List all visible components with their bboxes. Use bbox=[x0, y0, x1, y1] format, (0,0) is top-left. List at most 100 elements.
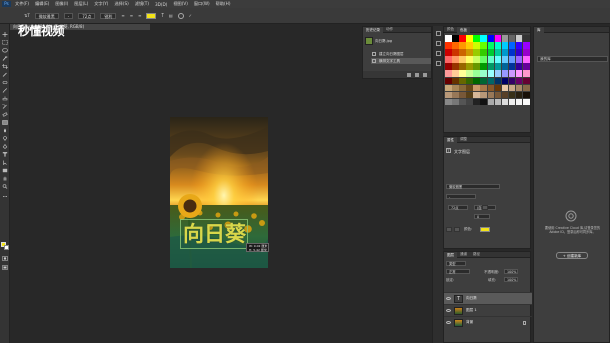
color-swatch[interactable] bbox=[515, 77, 523, 85]
path-selection-tool-icon[interactable] bbox=[2, 160, 8, 165]
color-swatch[interactable] bbox=[452, 42, 459, 49]
color-swatch[interactable] bbox=[459, 35, 466, 42]
color-swatch[interactable] bbox=[501, 77, 509, 85]
color-swatch[interactable] bbox=[480, 70, 487, 77]
warp-text-icon[interactable]: T̃ bbox=[161, 13, 163, 18]
tab-libraries[interactable]: 库 bbox=[534, 26, 544, 33]
color-swatch[interactable] bbox=[452, 77, 459, 85]
history-item[interactable]: 建立向日葵图层 bbox=[371, 51, 431, 57]
color-swatch[interactable] bbox=[473, 98, 480, 106]
color-swatch[interactable] bbox=[466, 77, 473, 85]
color-swatch[interactable] bbox=[501, 84, 509, 92]
move-tool-icon[interactable] bbox=[2, 32, 8, 37]
color-swatch[interactable] bbox=[515, 56, 523, 63]
color-swatch[interactable] bbox=[494, 42, 502, 49]
more-tools-icon[interactable] bbox=[2, 194, 8, 199]
color-swatch[interactable] bbox=[487, 56, 495, 63]
color-swatch[interactable] bbox=[445, 84, 452, 92]
cancel-icon[interactable] bbox=[177, 12, 184, 19]
tab-layers[interactable]: 图层 bbox=[444, 251, 457, 258]
color-swatch[interactable] bbox=[452, 84, 459, 92]
healing-brush-tool-icon[interactable] bbox=[2, 80, 8, 85]
color-swatch[interactable] bbox=[445, 56, 452, 63]
opacity-input[interactable]: 100% bbox=[504, 269, 518, 274]
color-swatch[interactable] bbox=[466, 42, 473, 49]
prop-text-color-swatch[interactable] bbox=[480, 227, 490, 232]
quick-select-tool-icon[interactable] bbox=[2, 56, 8, 61]
color-swatch[interactable] bbox=[487, 35, 495, 42]
color-swatch[interactable] bbox=[459, 70, 466, 77]
menu-view[interactable]: 视图(V) bbox=[173, 1, 188, 7]
menu-help[interactable]: 帮助(H) bbox=[216, 1, 231, 7]
color-swatch[interactable] bbox=[508, 42, 516, 49]
color-swatch[interactable] bbox=[523, 35, 530, 42]
zoom-tool-icon[interactable] bbox=[2, 184, 8, 189]
color-swatch[interactable] bbox=[473, 49, 480, 56]
type-tool-icon[interactable] bbox=[2, 152, 8, 157]
color-swatch[interactable] bbox=[459, 84, 466, 92]
color-swatch[interactable] bbox=[473, 63, 480, 70]
color-swatch[interactable] bbox=[452, 63, 459, 70]
color-swatch[interactable] bbox=[487, 70, 495, 77]
blur-tool-icon[interactable] bbox=[2, 128, 8, 133]
visibility-eye-icon[interactable] bbox=[446, 321, 451, 324]
color-swatch[interactable] bbox=[459, 91, 466, 99]
tab-swatches[interactable]: 色板 bbox=[457, 26, 470, 33]
color-swatch[interactable] bbox=[480, 91, 487, 99]
color-swatch[interactable] bbox=[487, 49, 495, 56]
menu-layer[interactable]: 图层(L) bbox=[74, 1, 88, 7]
color-swatch[interactable] bbox=[445, 42, 452, 49]
color-swatch[interactable] bbox=[480, 98, 487, 106]
menu-window[interactable]: 窗口(W) bbox=[194, 1, 210, 7]
color-swatch[interactable] bbox=[466, 91, 473, 99]
color-swatch[interactable] bbox=[452, 70, 459, 77]
color-swatch[interactable] bbox=[508, 56, 516, 63]
menu-3d[interactable]: 3D(D) bbox=[155, 2, 167, 7]
menu-image[interactable]: 图像(I) bbox=[55, 1, 68, 7]
gradient-tool-icon[interactable] bbox=[2, 120, 8, 125]
color-swatch[interactable] bbox=[473, 91, 480, 99]
color-swatch[interactable] bbox=[445, 98, 452, 106]
tab-channels[interactable]: 通道 bbox=[457, 252, 470, 257]
menu-edit[interactable]: 编辑(E) bbox=[35, 1, 49, 7]
align-center-button[interactable] bbox=[454, 227, 460, 232]
color-swatch[interactable] bbox=[523, 63, 530, 70]
color-swatch[interactable] bbox=[494, 63, 502, 70]
tab-actions[interactable]: 动作 bbox=[383, 27, 396, 32]
color-swatch[interactable] bbox=[473, 56, 480, 63]
color-swatch[interactable] bbox=[480, 63, 487, 70]
color-swatch[interactable] bbox=[508, 70, 516, 77]
color-swatch[interactable] bbox=[494, 77, 502, 85]
font-family-select[interactable]: 微软雅黑 bbox=[34, 12, 59, 19]
color-swatch[interactable] bbox=[494, 98, 502, 106]
color-swatch[interactable] bbox=[445, 63, 452, 70]
color-swatch[interactable] bbox=[501, 35, 509, 42]
eyedropper-tool-icon[interactable] bbox=[2, 72, 8, 77]
sunflower-title-text[interactable]: 向日葵 bbox=[183, 218, 246, 248]
color-swatch[interactable] bbox=[508, 49, 516, 56]
menu-file[interactable]: 文件(F) bbox=[15, 1, 29, 7]
pen-tool-icon[interactable] bbox=[2, 144, 8, 149]
color-swatch[interactable] bbox=[515, 91, 523, 99]
color-swatch[interactable] bbox=[523, 77, 530, 85]
trash-icon[interactable] bbox=[423, 72, 427, 77]
background-color-swatch[interactable] bbox=[4, 245, 9, 250]
color-swatch[interactable] bbox=[515, 35, 523, 42]
prop-tracking[interactable]: 0 bbox=[474, 214, 490, 219]
blend-mode-select[interactable]: 正常 bbox=[446, 269, 470, 274]
tab-color[interactable]: 颜色 bbox=[444, 27, 457, 32]
color-swatch[interactable] bbox=[508, 35, 516, 42]
color-swatch[interactable] bbox=[515, 49, 523, 56]
prop-font-size[interactable]: 72点 bbox=[448, 205, 468, 210]
color-swatch[interactable] bbox=[523, 42, 530, 49]
color-swatch[interactable] bbox=[508, 91, 516, 99]
color-swatch[interactable] bbox=[501, 98, 509, 106]
hand-tool-icon[interactable] bbox=[2, 176, 8, 181]
visibility-eye-icon[interactable] bbox=[446, 297, 451, 300]
color-swatch[interactable] bbox=[473, 77, 480, 85]
color-swatch[interactable] bbox=[508, 98, 516, 106]
color-swatch[interactable] bbox=[508, 84, 516, 92]
color-swatch[interactable] bbox=[445, 49, 452, 56]
color-swatch[interactable] bbox=[466, 56, 473, 63]
color-swatch[interactable] bbox=[473, 35, 480, 42]
